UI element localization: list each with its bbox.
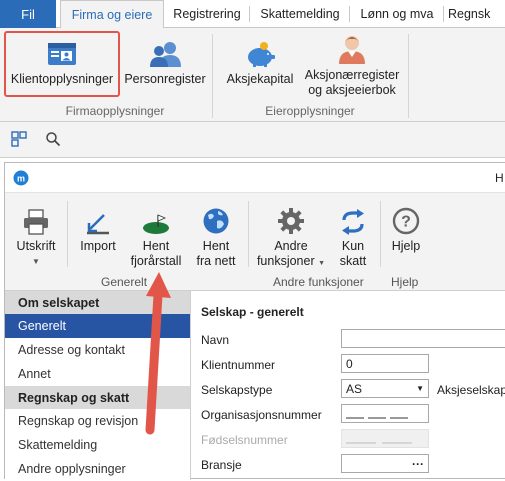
chevron-down-icon: ▼ [416,384,424,393]
client-window: m H Utskrift ▼ Import Hent fjorårstall H… [4,162,505,480]
utskrift-button[interactable]: Utskrift ▼ [11,201,61,269]
bransje-label: Bransje [201,458,242,472]
funksjoner-label: funksjoner [256,254,315,268]
app-logo-icon: m [13,170,29,189]
aksjekapital-label: Aksjekapital [226,72,294,86]
sidebar-item-regnskap-og-revisjon[interactable]: Regnskap og revisjon [5,409,190,433]
eieropplysninger-group-label: Eieropplysninger [265,104,355,118]
aksjekapital-button[interactable]: Aksjekapital [222,28,298,98]
navn-input[interactable] [341,329,505,348]
tab-registrering[interactable]: Registrering [166,0,248,28]
form-panel: Selskap - generelt Navn Klientnummer 0 S… [191,291,505,480]
input-mask-icon [346,417,408,418]
group-separator [380,201,381,267]
hjelp-group-label: Hjelp [391,275,419,289]
shareholders-icon [336,28,368,64]
import-button[interactable]: Import [73,201,123,254]
sidebar-header-om-selskapet: Om selskapet [5,291,190,314]
quick-access-toolbar [0,122,505,158]
fodselsnummer-input [341,429,429,448]
import-label: Import [80,239,116,253]
tab-separator [249,6,250,22]
browse-button[interactable]: ··· [412,457,424,471]
tab-separator [443,6,444,22]
hent-label: Hent [202,239,230,253]
hent-label: Hent [142,239,170,253]
aksjonaerregister-label: Aksjonærregister [304,68,400,82]
navn-label: Navn [201,333,230,347]
group-separator [248,201,249,267]
kun-skatt-button[interactable]: Kun skatt [331,201,375,269]
personregister-button[interactable]: Personregister [122,28,208,98]
sidebar-item-andre-opplysninger[interactable]: Andre opplysninger [5,457,190,481]
people-icon [148,28,182,68]
group-separator [67,201,68,267]
fodselsnummer-label: Fødselsnummer [201,433,288,447]
import-icon [84,201,112,235]
bransje-input[interactable]: ··· [341,454,429,473]
sidebar-item-generelt[interactable]: Generelt [5,314,190,338]
klientopplysninger-highlight [4,31,120,97]
svg-text:m: m [17,174,25,184]
fjorarstall-label: fjorårstall [130,254,182,268]
personregister-label: Personregister [124,72,206,86]
aksjeeierbok-label: og aksjeeierbok [308,83,396,97]
selskapstype-value: AS [346,381,363,396]
input-mask-icon [346,442,412,443]
svg-text:?: ? [401,214,411,231]
ribbon-tabbar: Fil Firma og eiere Registrering Skatteme… [0,0,505,29]
klientnummer-label: Klientnummer [201,358,276,372]
layout-icon[interactable] [11,131,27,150]
ribbon-group-separator [408,34,409,118]
organisasjonsnummer-input[interactable] [341,404,429,423]
ribbon-group-separator [212,34,213,118]
klientnummer-input[interactable]: 0 [341,354,429,373]
organisasjonsnummer-label: Organisasjonsnummer [201,408,322,422]
chevron-down-icon: ▼ [32,257,40,266]
window-title: H [495,171,504,185]
selskapstype-select[interactable]: AS ▼ [341,379,429,398]
search-icon[interactable] [45,131,61,150]
hjelp-button[interactable]: ? Hjelp [385,201,427,254]
window-titlebar: m H [5,163,505,193]
tab-regnskap[interactable]: Regnsk [448,0,505,28]
tab-lonn-og-mva[interactable]: Lønn og mva [352,0,442,28]
tab-firma-og-eiere[interactable]: Firma og eiere [60,0,164,29]
fra-nett-label: fra nett [196,254,236,268]
utskrift-label: Utskrift [16,239,56,253]
chevron-down-icon: ▼ [318,260,326,267]
hjelp-label: Hjelp [391,239,421,253]
tab-fil[interactable]: Fil [0,0,56,28]
section-title: Selskap - generelt [201,305,304,319]
gear-icon [277,201,305,235]
globe-icon [202,201,230,235]
piggy-bank-icon [244,28,276,68]
sidebar-header-regnskap-og-skatt: Regnskap og skatt [5,386,190,409]
sidebar-item-adresse-og-kontakt[interactable]: Adresse og kontakt [5,338,190,362]
refresh-icon [339,201,367,235]
aksjonaerregister-button[interactable]: Aksjonærregister og aksjeeierbok [302,28,402,98]
hent-fjorarstall-button[interactable]: Hent fjorårstall [125,201,187,269]
sidebar-item-skattemelding[interactable]: Skattemelding [5,433,190,457]
sidebar: Om selskapet Generelt Adresse og kontakt… [5,291,191,480]
printer-icon [22,201,50,235]
window-ribbon: Utskrift ▼ Import Hent fjorårstall Hent … [5,193,505,291]
generelt-group-label: Generelt [101,275,148,289]
help-icon: ? [392,201,420,235]
selskapstype-label: Selskapstype [201,383,273,397]
andre-label: Andre [274,239,308,253]
golf-green-icon [141,201,171,235]
hent-fra-nett-button[interactable]: Hent fra nett [191,201,241,269]
andre-funksjoner-group-label: Andre funksjoner [273,275,364,289]
tab-separator [349,6,350,22]
skatt-label: skatt [339,254,367,268]
selskapstype-description: Aksjeselskap [437,383,505,397]
tab-skattemelding[interactable]: Skattemelding [252,0,348,28]
sidebar-item-annet[interactable]: Annet [5,362,190,386]
firmaopplysninger-group-label: Firmaopplysninger [65,104,165,118]
andre-funksjoner-button[interactable]: Andre funksjoner ▼ [256,201,326,271]
kun-label: Kun [341,239,365,253]
